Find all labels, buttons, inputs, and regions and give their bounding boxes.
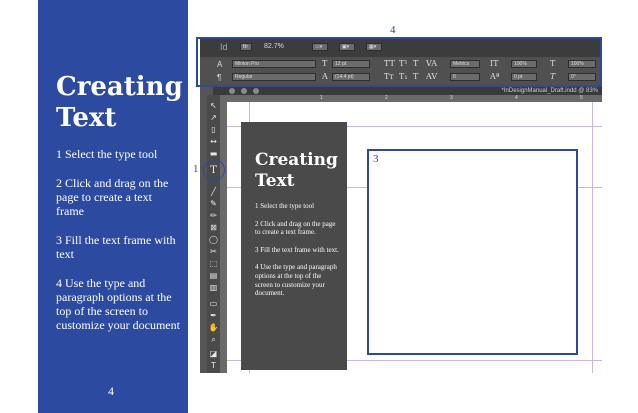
frame-step-item: 3 Fill the text frame with text. — [255, 245, 339, 254]
document-title: *InDesignManual_Draft.indd @ 83% — [501, 88, 598, 94]
ruler-mark: 5 — [580, 95, 583, 101]
vertical-ruler[interactable] — [220, 102, 227, 373]
slide-title: Creating Text — [56, 72, 183, 133]
step-item: 3 Fill the text frame with text — [56, 233, 176, 261]
scissors-tool-icon[interactable]: ✂ — [208, 247, 219, 257]
type-tool-highlight — [203, 159, 225, 181]
formatting-affects-text-icon[interactable]: T — [208, 361, 219, 371]
zoom-window-icon[interactable] — [253, 88, 259, 94]
slide-sidebar: Creating Text 1 Select the type tool 2 C… — [38, 0, 188, 413]
page-number: 4 — [108, 384, 114, 398]
gradient-swatch-tool-icon[interactable]: ▤ — [208, 271, 219, 281]
document-titlebar: *InDesignManual_Draft.indd @ 83% — [213, 87, 602, 95]
frame-step-item: 2 Click and drag on the page to create a… — [255, 219, 336, 237]
callout-3-label: 3 — [373, 153, 379, 165]
callout-4-label: 4 — [390, 24, 396, 36]
zoom-tool-icon[interactable]: ⌕ — [208, 335, 219, 345]
step-list: 1 Select the type tool 2 Click and drag … — [56, 147, 181, 347]
content-collector-icon[interactable]: ▬ — [208, 149, 219, 159]
ruler-mark: 1 — [320, 95, 323, 101]
line-tool-icon[interactable]: ╱ — [208, 187, 219, 197]
indesign-window: Id Br 82.7% ▭▾ ▣▾ ▦▾ A Minion Pro T 12 p… — [200, 37, 602, 373]
control-panel-highlight — [196, 37, 602, 87]
sample-text-frame[interactable]: Creating Text 1 Select the type tool 2 C… — [241, 122, 347, 370]
frame-step-item: 4 Use the type and paragraph options at … — [255, 263, 337, 298]
gap-tool-icon[interactable]: ↔ — [208, 137, 219, 147]
callout-1-label: 1 — [193, 163, 199, 175]
page-tool-icon[interactable]: ▯ — [208, 125, 219, 135]
step-item: 1 Select the type tool — [56, 147, 158, 161]
frame-step-item: 1 Select the type tool — [255, 202, 315, 210]
horizontal-ruler[interactable]: 1 2 3 4 5 — [220, 95, 602, 102]
step-item: 4 Use the type and paragraph options at … — [56, 276, 180, 332]
gradient-feather-tool-icon[interactable]: ▥ — [208, 283, 219, 293]
guide-line — [592, 102, 593, 373]
ruler-mark: 3 — [450, 95, 453, 101]
selection-tool-icon[interactable]: ↖ — [208, 101, 219, 111]
minimize-window-icon[interactable] — [241, 88, 247, 94]
close-window-icon[interactable] — [229, 88, 235, 94]
hand-tool-icon[interactable]: ✋ — [208, 323, 219, 333]
ellipse-tool-icon[interactable]: ◯ — [208, 235, 219, 245]
tools-panel: ↖ ↗ ▯ ↔ ▬ T ╱ ✎ ✏ ⊠ ◯ ✂ ⬚ ▤ ▥ ▭ ✒ ✋ ⌕ ◪ … — [207, 95, 220, 373]
note-tool-icon[interactable]: ▭ — [208, 299, 219, 309]
frame-step-list: 1 Select the type tool 2 Click and drag … — [255, 202, 339, 307]
pencil-tool-icon[interactable]: ✏ — [208, 211, 219, 221]
eyedropper-tool-icon[interactable]: ✒ — [208, 311, 219, 321]
frame-title: Creating Text — [255, 150, 338, 191]
direct-selection-tool-icon[interactable]: ↗ — [208, 113, 219, 123]
step-item: 2 Click and drag on the page to create a… — [56, 176, 169, 218]
fill-stroke-icon[interactable]: ◪ — [208, 349, 219, 359]
new-text-frame[interactable]: 3 — [367, 149, 578, 355]
rectangle-frame-tool-icon[interactable]: ⊠ — [208, 223, 219, 233]
ruler-mark: 4 — [515, 95, 518, 101]
document-canvas[interactable]: Creating Text 1 Select the type tool 2 C… — [227, 102, 602, 373]
pen-tool-icon[interactable]: ✎ — [208, 199, 219, 209]
free-transform-tool-icon[interactable]: ⬚ — [208, 259, 219, 269]
ruler-mark: 2 — [385, 95, 388, 101]
